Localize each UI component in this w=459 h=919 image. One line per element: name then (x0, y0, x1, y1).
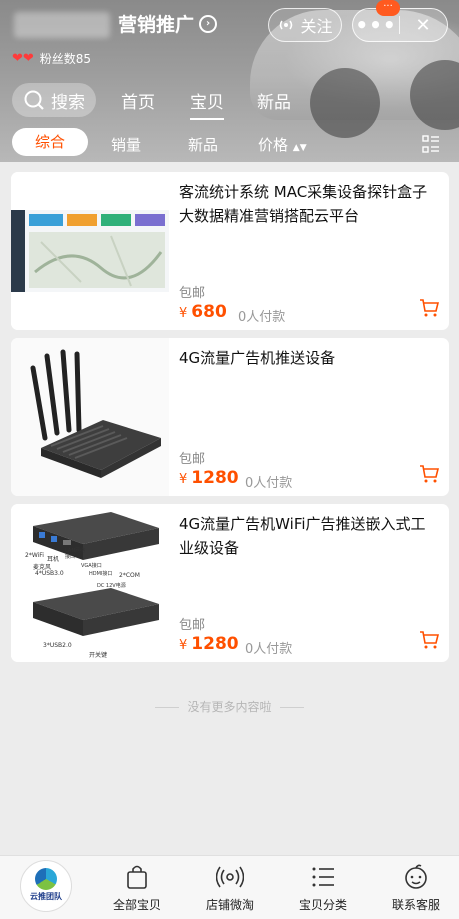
product-image (11, 172, 169, 330)
service-face-icon (405, 864, 427, 889)
image-annotation: 2*WiFi (25, 552, 44, 559)
price-value: 1280 (191, 468, 239, 488)
tab-products[interactable]: 宝贝 (190, 88, 224, 120)
bag-icon (127, 865, 147, 889)
product-title: 客流统计系统 MAC采集设备探针盒子大数据精准营销搭配云平台 (179, 183, 428, 225)
logo-text: 云推团队 (30, 892, 62, 901)
sort-price[interactable]: 价格 ▲▼ (258, 134, 307, 155)
price-value: 1280 (191, 634, 239, 654)
tab-new[interactable]: 新品 (257, 88, 291, 113)
sort-new[interactable]: 新品 (188, 134, 218, 155)
product-card[interactable]: 4G流量广告机推送设备 包邮 ¥1280 0人付款 (11, 338, 449, 496)
search-label: 搜索 (51, 92, 85, 113)
notification-badge: ··· (376, 0, 400, 16)
tab-shop-feed[interactable]: 店铺微淘 (190, 856, 270, 919)
product-card[interactable]: 2*WiFi 麦克风 耳机 LAN网络接口 VGA接口 HDMI接口 2*COM… (11, 504, 449, 662)
search-icon (24, 90, 44, 110)
product-price: ¥680 (179, 302, 227, 322)
list-end-text: 没有更多内容啦 (0, 698, 459, 715)
tab-customer-service[interactable]: 联系客服 (376, 856, 456, 919)
fans-info: ❤❤ 粉丝数85 (12, 50, 91, 67)
tab-label: 宝贝分类 (298, 898, 347, 912)
tab-label: 全部宝贝 (112, 898, 161, 912)
tab-label: 联系客服 (391, 898, 440, 912)
sort-comprehensive[interactable]: 综合 (12, 128, 88, 156)
chevron-right-icon: › (199, 14, 218, 33)
image-annotation: DC 12V电源 (97, 583, 126, 589)
image-annotation: 3*USB2.0 (43, 642, 72, 649)
search-button[interactable]: 搜索 (12, 83, 96, 117)
sort-arrows-icon: ▲▼ (292, 143, 307, 153)
currency-symbol: ¥ (179, 638, 188, 653)
shipping-label: 包邮 (179, 286, 206, 301)
product-title: 4G流量广告机WiFi广告推送嵌入式工业级设备 (179, 515, 426, 557)
close-icon[interactable]: ✕ (400, 9, 446, 41)
sort-sales[interactable]: 销量 (111, 134, 141, 155)
image-annotation: 耳机 (47, 556, 60, 563)
currency-symbol: ¥ (179, 472, 188, 487)
product-image: 2*WiFi 麦克风 耳机 LAN网络接口 VGA接口 HDMI接口 2*COM… (11, 504, 169, 662)
image-annotation: 开关键 (89, 652, 108, 659)
product-title: 4G流量广告机推送设备 (179, 349, 336, 367)
shop-logo[interactable]: 云推团队 (20, 860, 72, 912)
tab-label: 店铺微淘 (205, 898, 254, 912)
follow-label: 关注 (300, 17, 333, 36)
currency-symbol: ¥ (179, 306, 188, 321)
shop-logo-blurred (14, 12, 110, 38)
shipping-label: 包邮 (179, 452, 206, 467)
sort-filter-bar: 综合 销量 新品 价格 ▲▼ (0, 126, 459, 162)
bottom-tab-bar: 云推团队 全部宝贝 店铺微淘 宝贝分类 联系客服 (0, 855, 459, 919)
layout-toggle-icon[interactable] (422, 135, 440, 153)
mini-program-capsule: ••• ✕ (352, 8, 448, 42)
tab-home[interactable]: 首页 (121, 88, 155, 113)
cart-icon[interactable] (419, 464, 439, 484)
shop-title-text: 营销推广 (118, 14, 195, 36)
image-annotation: VGA接口 (81, 563, 102, 569)
image-annotation: LAN网络接口 (65, 548, 86, 560)
broadcast-icon (216, 866, 244, 888)
broadcast-icon (280, 20, 293, 30)
product-price: ¥1280 (179, 634, 239, 654)
price-value: 680 (191, 302, 227, 322)
image-annotation: 2*COM (119, 572, 140, 579)
tab-categories[interactable]: 宝贝分类 (283, 856, 363, 919)
payers-count: 0人付款 (245, 476, 293, 491)
shop-title[interactable]: 营销推广 › (118, 10, 218, 37)
payers-count: 0人付款 (238, 310, 286, 325)
shop-nav: 搜索 首页 宝贝 新品 (12, 82, 452, 120)
payers-count: 0人付款 (245, 642, 293, 657)
cart-icon[interactable] (419, 298, 439, 318)
sort-price-label: 价格 (258, 136, 289, 154)
heart-icon: ❤❤ (12, 51, 34, 66)
list-icon (312, 867, 334, 887)
cart-icon[interactable] (419, 630, 439, 650)
fans-count: 粉丝数85 (39, 52, 92, 66)
follow-button[interactable]: 关注 (268, 8, 342, 42)
logo-mark (35, 868, 57, 890)
image-annotation: 4*USB3.0 (35, 570, 64, 577)
product-card[interactable]: 客流统计系统 MAC采集设备探针盒子大数据精准营销搭配云平台 包邮 ¥680 0… (11, 172, 449, 330)
product-image (11, 338, 169, 496)
image-annotation: HDMI接口 (89, 571, 113, 577)
tab-all-products[interactable]: 全部宝贝 (97, 856, 177, 919)
product-price: ¥1280 (179, 468, 239, 488)
shipping-label: 包邮 (179, 618, 206, 633)
